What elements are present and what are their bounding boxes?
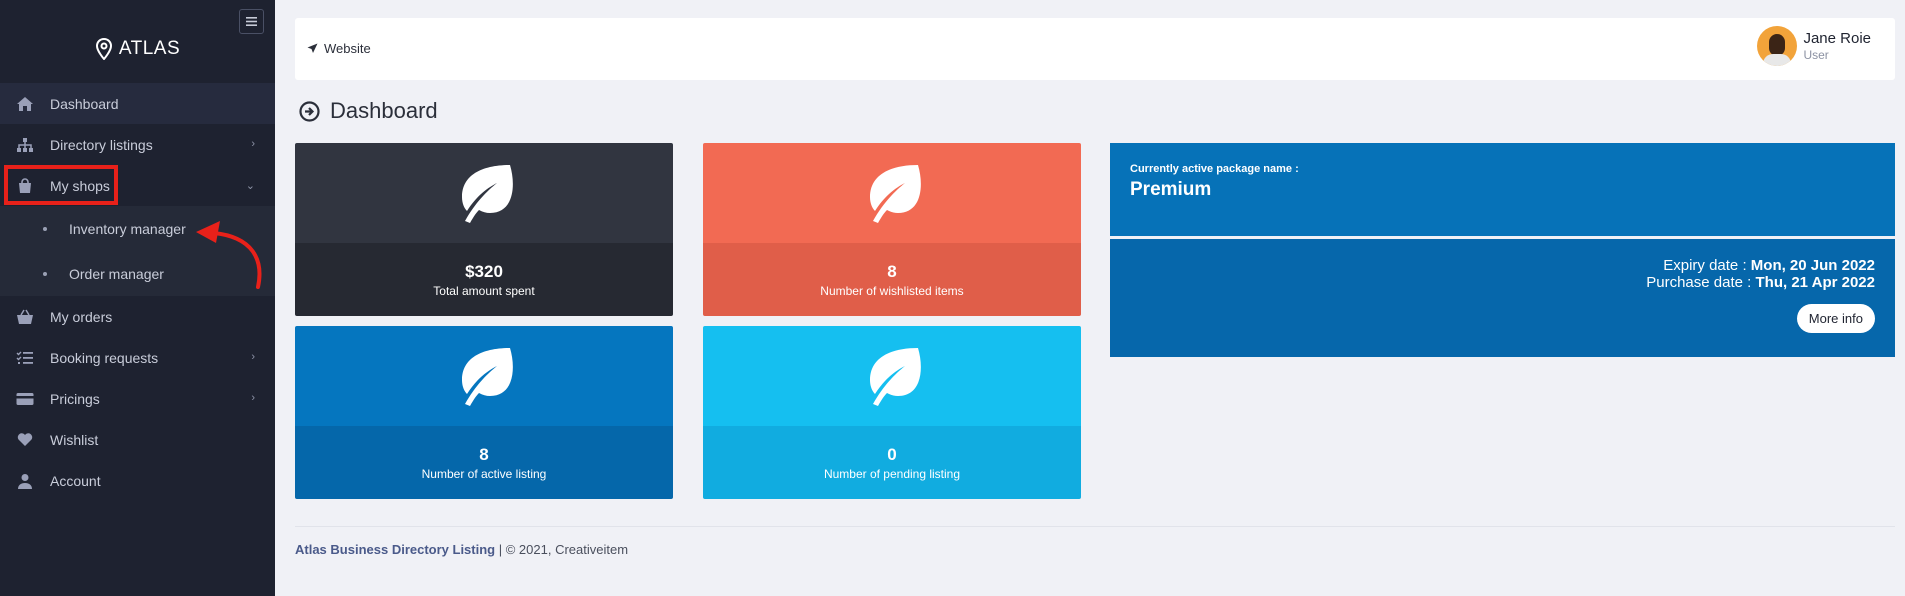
stat-value: 0 xyxy=(887,444,897,464)
sidebar-item-label: My orders xyxy=(50,308,113,325)
sidebar-nav: Dashboard Directory listings › My shops … xyxy=(0,83,275,501)
home-icon xyxy=(14,95,36,113)
expiry-date: Expiry date : Mon, 20 Jun 2022 xyxy=(1663,257,1875,274)
sidebar-item-wishlist[interactable]: Wishlist xyxy=(0,419,275,460)
sidebar-item-label: Dashboard xyxy=(50,95,119,112)
map-pin-icon xyxy=(95,38,112,60)
annotation-arrow-icon xyxy=(196,221,262,289)
brand-name: ATLAS xyxy=(118,38,181,59)
annotation-highlight-box xyxy=(4,165,118,205)
package-card-header: Currently active package name : Premium xyxy=(1110,143,1895,236)
stat-value: $320 xyxy=(465,261,503,281)
stat-card-active-listing: 8 Number of active listing xyxy=(295,326,673,499)
sidebar-item-label: Account xyxy=(50,472,101,489)
leaf-icon xyxy=(870,165,921,223)
expiry-value: Mon, 20 Jun 2022 xyxy=(1750,257,1875,274)
purchase-label: Purchase date : xyxy=(1646,274,1752,291)
sidebar-item-account[interactable]: Account xyxy=(0,460,275,501)
footer-company-link[interactable]: Creativeitem xyxy=(555,542,628,557)
footer-copyright: | © 2021, xyxy=(495,542,556,557)
page-title: Dashboard xyxy=(299,98,438,124)
stat-card-pending-listing: 0 Number of pending listing xyxy=(703,326,1081,499)
paper-plane-icon xyxy=(307,43,318,53)
menu-icon xyxy=(246,17,257,26)
heart-icon xyxy=(14,431,36,449)
chevron-right-icon: › xyxy=(251,351,255,363)
sidebar-item-directory-listings[interactable]: Directory listings › xyxy=(0,124,275,165)
sidebar-item-label: Directory listings xyxy=(50,136,153,153)
stat-card-total-spent: $320 Total amount spent xyxy=(295,143,673,316)
more-info-button[interactable]: More info xyxy=(1796,304,1875,333)
top-header: Website Jane Roie User xyxy=(295,18,1895,80)
stat-value: 8 xyxy=(479,444,489,464)
purchase-value: Thu, 21 Apr 2022 xyxy=(1755,274,1876,291)
sidebar-item-booking-requests[interactable]: Booking requests › xyxy=(0,337,275,378)
leaf-icon xyxy=(462,348,513,406)
stat-label: Total amount spent xyxy=(433,283,535,298)
sidebar: ATLAS Dashboard Directory listings › My … xyxy=(0,0,275,596)
stat-value: 8 xyxy=(887,261,897,281)
sitemap-icon xyxy=(14,136,36,154)
page-title-text: Dashboard xyxy=(330,98,438,123)
sidebar-item-pricings[interactable]: Pricings › xyxy=(0,378,275,419)
package-card-details: Expiry date : Mon, 20 Jun 2022 Purchase … xyxy=(1110,239,1895,357)
user-profile[interactable]: Jane Roie User xyxy=(1757,26,1871,66)
purchase-date: Purchase date : Thu, 21 Apr 2022 xyxy=(1646,274,1875,291)
sidebar-item-my-orders[interactable]: My orders xyxy=(0,296,275,337)
chevron-right-icon: › xyxy=(251,138,255,150)
basket-icon xyxy=(14,308,36,326)
stat-label: Number of pending listing xyxy=(823,466,961,481)
credit-card-icon xyxy=(14,390,36,408)
sidebar-item-dashboard[interactable]: Dashboard xyxy=(0,83,275,124)
stat-label: Number of active listing xyxy=(421,466,547,481)
sidebar-toggle-button[interactable] xyxy=(239,9,264,34)
package-caption: Currently active package name : xyxy=(1130,163,1299,175)
bullet xyxy=(43,271,47,276)
chevron-right-icon: › xyxy=(251,392,255,404)
submenu-item-label: Inventory manager xyxy=(69,220,186,237)
brand-logo[interactable]: ATLAS xyxy=(0,38,275,60)
user-name: Jane Roie xyxy=(1803,30,1871,47)
leaf-icon xyxy=(870,348,921,406)
footer-brand-link[interactable]: Atlas Business Directory Listing xyxy=(295,542,495,557)
avatar xyxy=(1757,26,1798,66)
chevron-down-icon: ⌄ xyxy=(245,180,255,192)
user-icon xyxy=(14,472,36,490)
website-link[interactable]: Website xyxy=(307,41,371,56)
stat-label: Number of wishlisted items xyxy=(820,283,964,298)
sidebar-item-label: Booking requests xyxy=(50,349,159,366)
footer-divider xyxy=(295,526,1895,527)
expiry-label: Expiry date : xyxy=(1663,257,1747,274)
tasks-icon xyxy=(14,349,36,367)
user-role: User xyxy=(1803,48,1829,62)
arrow-circle-right-icon xyxy=(299,100,320,122)
package-name: Premium xyxy=(1130,179,1212,200)
stat-card-wishlisted: 8 Number of wishlisted items xyxy=(703,143,1081,316)
submenu-item-label: Order manager xyxy=(69,265,164,282)
sidebar-item-label: Pricings xyxy=(50,390,100,407)
leaf-icon xyxy=(462,165,513,223)
bullet xyxy=(43,226,47,231)
sidebar-item-label: Wishlist xyxy=(50,431,99,448)
website-link-label: Website xyxy=(324,41,371,56)
footer: Atlas Business Directory Listing | © 202… xyxy=(295,542,628,557)
